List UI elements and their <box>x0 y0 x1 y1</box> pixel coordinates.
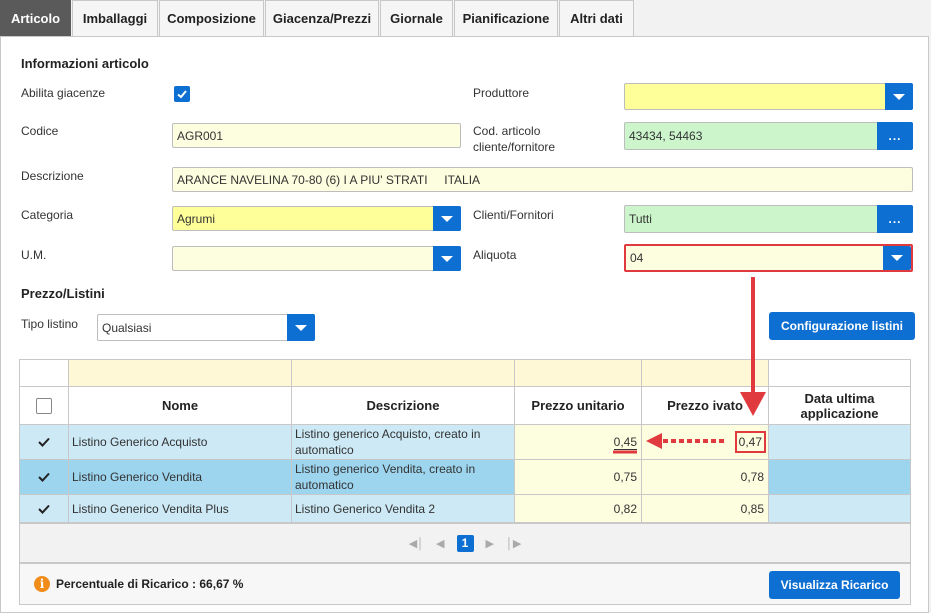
caret-down-icon <box>441 255 453 262</box>
categoria-label: Categoria <box>21 208 74 222</box>
first-page-icon[interactable]: ◀│ <box>409 537 424 550</box>
table-row-prezzo-ivato[interactable]: 0,78 <box>642 460 769 495</box>
clienti-fornitori-label: Clienti/Fornitori <box>473 208 554 222</box>
filter-cell-check <box>20 360 69 387</box>
header-prezzo-unitario[interactable]: Prezzo unitario <box>515 387 642 425</box>
current-page-button[interactable]: 1 <box>456 534 474 552</box>
tipo-listino-dropdown-button[interactable] <box>287 314 315 341</box>
prezzo-ivato-value: 0,47 <box>734 431 766 453</box>
table-row-descrizione[interactable]: Listino generico Vendita, creato in auto… <box>292 460 515 495</box>
abilita-giacenze-checkbox[interactable] <box>174 86 190 102</box>
table-row-data[interactable] <box>769 425 910 460</box>
cod-articolo-label-line2: cliente/fornitore <box>473 140 556 154</box>
row-check[interactable] <box>20 425 69 460</box>
table-row-data[interactable] <box>769 460 910 495</box>
categoria-dropdown-button[interactable] <box>433 206 461 231</box>
configurazione-listini-button[interactable]: Configurazione listini <box>769 312 915 340</box>
clienti-fornitori-input[interactable]: Tutti ... <box>624 205 913 233</box>
produttore-dropdown-button[interactable] <box>885 83 913 110</box>
tab-pianificazione[interactable]: Pianificazione <box>454 0 558 36</box>
listini-table: Nome Descrizione Prezzo unitario Prezzo … <box>19 359 911 563</box>
header-prezzo-ivato[interactable]: Prezzo ivato <box>642 387 769 425</box>
tab-bar: Articolo Imballaggi Composizione Giacenz… <box>0 0 931 36</box>
ricarico-bar: i Percentuale di Ricarico : 66,67 % Visu… <box>19 563 911 605</box>
table-row-data[interactable] <box>769 495 910 523</box>
um-select[interactable] <box>172 246 461 271</box>
aliquota-label: Aliquota <box>473 248 517 262</box>
clienti-fornitori-lookup-button[interactable]: ... <box>877 205 913 233</box>
section-title-prezzo-listini: Prezzo/Listini <box>21 286 105 301</box>
checkbox-checked-icon <box>177 90 187 99</box>
caret-down-icon <box>893 93 905 100</box>
aliquota-value: 04 <box>630 251 644 265</box>
last-page-icon[interactable]: │▶ <box>506 537 521 550</box>
caret-down-icon <box>891 255 903 261</box>
check-icon <box>38 437 50 447</box>
filter-cell-data <box>769 360 910 387</box>
categoria-value: Agrumi <box>177 211 216 226</box>
table-row-nome[interactable]: Listino Generico Vendita <box>69 460 292 495</box>
check-icon <box>38 472 50 482</box>
tab-imballaggi[interactable]: Imballaggi <box>72 0 158 36</box>
next-page-icon[interactable]: ▶ <box>486 537 494 550</box>
prezzo-unitario-value: 0,45 <box>613 434 637 450</box>
check-icon <box>38 504 50 514</box>
aliquota-dropdown-button[interactable] <box>883 246 911 270</box>
categoria-select[interactable]: Agrumi <box>172 206 461 231</box>
tipo-listino-select[interactable]: Qualsiasi <box>97 314 315 341</box>
descrizione-label: Descrizione <box>21 169 84 183</box>
table-row-descrizione[interactable]: Listino generico Acquisto, creato in aut… <box>292 425 515 460</box>
tab-giacenza-prezzi[interactable]: Giacenza/Prezzi <box>265 0 379 36</box>
filter-cell-prezzo-unitario[interactable] <box>515 360 642 387</box>
header-select-all[interactable] <box>20 387 69 425</box>
abilita-giacenze-label: Abilita giacenze <box>21 86 106 100</box>
table-row-descrizione[interactable]: Listino Generico Vendita 2 <box>292 495 515 523</box>
header-data-ultima-applicazione[interactable]: Data ultima applicazione <box>769 387 910 425</box>
table-row-prezzo-unitario[interactable]: 0,45 <box>515 425 642 460</box>
prev-page-icon[interactable]: ◀ <box>436 537 444 550</box>
visualizza-ricarico-button[interactable]: Visualizza Ricarico <box>769 571 900 599</box>
row-check[interactable] <box>20 495 69 523</box>
table-row-prezzo-unitario[interactable]: 0,82 <box>515 495 642 523</box>
table-row-nome[interactable]: Listino Generico Vendita Plus <box>69 495 292 523</box>
um-dropdown-button[interactable] <box>433 246 461 271</box>
produttore-select[interactable] <box>624 83 913 110</box>
filter-cell-nome[interactable] <box>69 360 292 387</box>
filter-cell-prezzo-ivato[interactable] <box>642 360 769 387</box>
tipo-listino-value: Qualsiasi <box>102 320 152 335</box>
ricarico-info: i Percentuale di Ricarico : 66,67 % <box>34 576 243 592</box>
table-row-prezzo-unitario[interactable]: 0,75 <box>515 460 642 495</box>
cod-articolo-lookup-button[interactable]: ... <box>877 122 913 150</box>
cod-articolo-label: Cod. articolo cliente/fornitore <box>473 123 555 155</box>
tab-articolo[interactable]: Articolo <box>0 0 71 36</box>
caret-down-icon <box>441 215 453 222</box>
codice-input[interactable]: AGR001 <box>172 123 461 148</box>
cod-articolo-value: 43434, 54463 <box>629 129 703 143</box>
cod-articolo-label-line1: Cod. articolo <box>473 124 541 138</box>
table-row-prezzo-ivato[interactable]: 0,47 <box>642 425 769 460</box>
cod-articolo-input[interactable]: 43434, 54463 ... <box>624 122 913 150</box>
clienti-fornitori-value: Tutti <box>629 212 652 226</box>
aliquota-select[interactable]: 04 <box>624 244 913 272</box>
pager: ◀│ ◀ 1 ▶ │▶ <box>20 523 910 562</box>
ricarico-text: Percentuale di Ricarico : 66,67 % <box>56 577 244 591</box>
table-row-prezzo-ivato[interactable]: 0,85 <box>642 495 769 523</box>
tab-composizione[interactable]: Composizione <box>159 0 264 36</box>
table-row-nome[interactable]: Listino Generico Acquisto <box>69 425 292 460</box>
descrizione-input[interactable]: ARANCE NAVELINA 70-80 (6) I A PIU' STRAT… <box>172 167 913 192</box>
select-all-checkbox[interactable] <box>36 397 52 414</box>
filter-cell-descrizione[interactable] <box>292 360 515 387</box>
tipo-listino-label: Tipo listino <box>21 317 78 331</box>
caret-down-icon <box>295 324 307 331</box>
codice-label: Codice <box>21 124 59 138</box>
produttore-label: Produttore <box>473 86 530 100</box>
info-icon: i <box>34 576 50 592</box>
tab-giornale[interactable]: Giornale <box>380 0 453 36</box>
um-label: U.M. <box>21 248 47 262</box>
tab-altri-dati[interactable]: Altri dati <box>559 0 634 36</box>
row-check[interactable] <box>20 460 69 495</box>
header-descrizione[interactable]: Descrizione <box>292 387 515 425</box>
section-title-informazioni: Informazioni articolo <box>21 56 149 71</box>
header-nome[interactable]: Nome <box>69 387 292 425</box>
